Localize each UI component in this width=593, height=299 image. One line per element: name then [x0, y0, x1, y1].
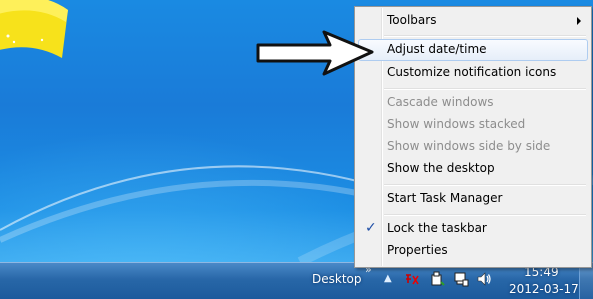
menu-item-label: Start Task Manager [387, 191, 503, 205]
taskbar-context-menu: Toolbars Adjust date/time Customize noti… [354, 6, 592, 268]
menu-separator [384, 35, 586, 37]
action-center-icon[interactable] [453, 271, 469, 287]
show-desktop-button[interactable] [579, 263, 593, 299]
menu-item-label: Show windows side by side [387, 139, 551, 153]
menu-item-show-windows-side-by-side: Show windows side by side [358, 136, 588, 158]
annotation-arrow-icon [256, 30, 374, 76]
menu-item-cascade-windows: Cascade windows [358, 92, 588, 114]
checkmark-icon: ✓ [365, 220, 377, 236]
menu-item-label: Adjust date/time [387, 42, 487, 56]
menu-item-show-windows-stacked: Show windows stacked [358, 114, 588, 136]
menu-item-label: Show windows stacked [387, 117, 526, 131]
menu-item-label: Show the desktop [387, 161, 495, 175]
windows-logo-icon [0, 0, 68, 58]
menu-item-properties[interactable]: Properties [358, 240, 588, 262]
menu-separator [384, 214, 586, 216]
desktop-toolbar-button[interactable]: Desktop [312, 272, 362, 286]
menu-separator [384, 184, 586, 186]
safely-remove-hardware-icon[interactable] [429, 271, 445, 287]
network-error-icon[interactable] [404, 271, 420, 287]
menu-item-label: Cascade windows [387, 95, 494, 109]
menu-item-show-the-desktop[interactable]: Show the desktop [358, 158, 588, 180]
clock-date[interactable]: 2012-03-17 [509, 282, 579, 296]
submenu-arrow-icon [577, 17, 581, 25]
menu-item-label: Toolbars [387, 13, 437, 27]
menu-item-label: Lock the taskbar [387, 221, 487, 235]
volume-icon[interactable] [476, 271, 492, 287]
menu-item-start-task-manager[interactable]: Start Task Manager [358, 188, 588, 210]
menu-item-customize-notification-icons[interactable]: Customize notification icons [358, 62, 588, 84]
show-hidden-icons-button[interactable]: ▲ [384, 273, 392, 284]
menu-item-label: Customize notification icons [387, 65, 557, 79]
menu-item-lock-the-taskbar[interactable]: ✓ Lock the taskbar [358, 218, 588, 240]
menu-item-adjust-date-time[interactable]: Adjust date/time [358, 39, 588, 61]
menu-separator [384, 88, 586, 90]
menu-item-label: Properties [387, 243, 448, 257]
menu-item-toolbars[interactable]: Toolbars [358, 10, 588, 32]
